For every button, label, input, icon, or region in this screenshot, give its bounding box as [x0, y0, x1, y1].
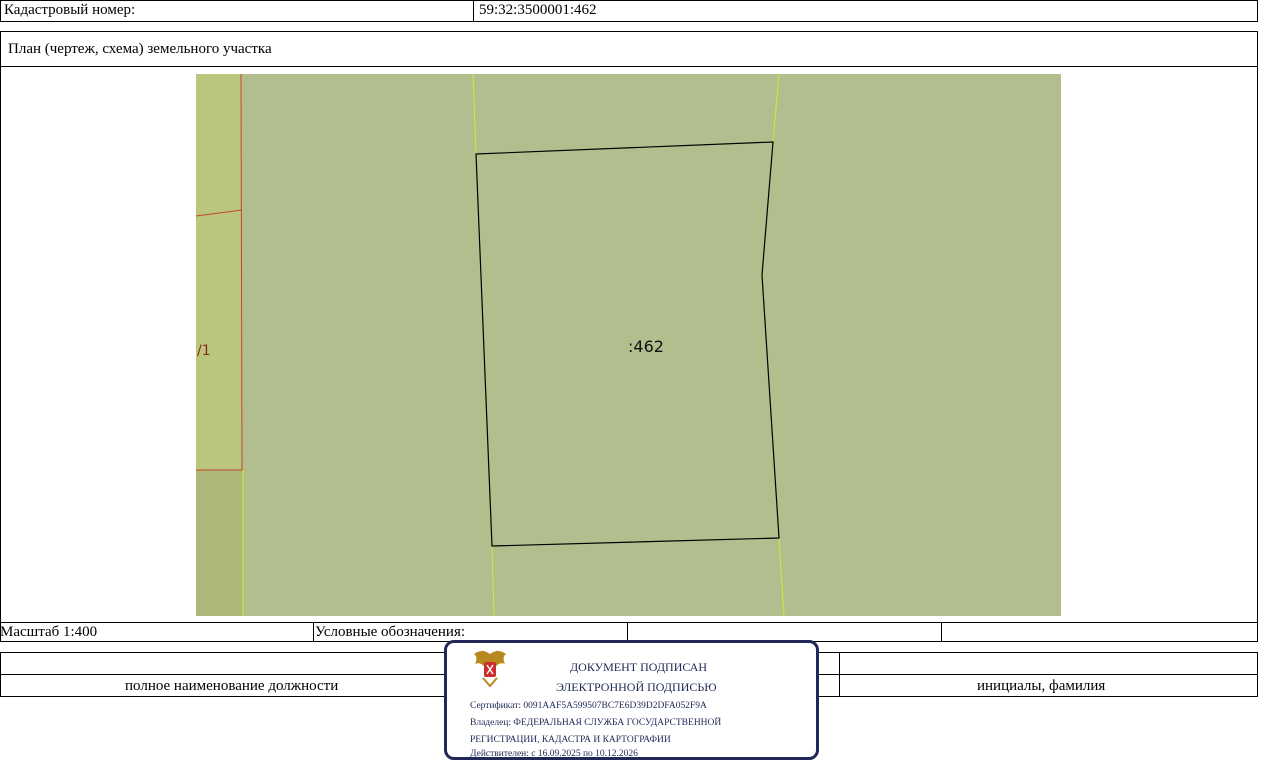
divider	[0, 652, 1, 697]
divider	[839, 652, 840, 697]
stamp-certificate: Сертификат: 0091AAF5A599507BC7E6D39D2DFA…	[470, 701, 707, 711]
cadastral-number-row: Кадастровый номер: 59:32:3500001:462	[0, 0, 1258, 22]
divider	[313, 623, 314, 642]
stamp-validity: Действителен: с 16.09.2025 по 10.12.2026	[470, 749, 638, 759]
parcel-label: :462	[628, 337, 664, 356]
scale-text: Масштаб 1:400	[0, 624, 98, 640]
position-caption: полное наименование должности	[125, 678, 339, 694]
plan-divider	[0, 66, 1258, 67]
scale-legend-row: Масштаб 1:400 Условные обозначения:	[0, 622, 1258, 642]
plan-title: План (чертеж, схема) земельного участка	[8, 41, 272, 57]
cadastral-number-label: Кадастровый номер:	[1, 1, 474, 21]
cadastral-number-value: 59:32:3500001:462	[479, 2, 597, 18]
divider	[941, 623, 942, 642]
electronic-signature-stamp: ДОКУМЕНТ ПОДПИСАН ЭЛЕКТРОННОЙ ПОДПИСЬЮ С…	[444, 640, 819, 760]
stamp-title-line1: ДОКУМЕНТ ПОДПИСАН	[570, 660, 708, 674]
stamp-owner-line2: РЕГИСТРАЦИИ, КАДАСТРА И КАРТОГРАФИИ	[470, 735, 671, 745]
name-caption: инициалы, фамилия	[977, 678, 1106, 694]
neighbor-strip-lower	[196, 470, 243, 616]
stamp-title-line2: ЭЛЕКТРОННОЙ ПОДПИСЬЮ	[556, 680, 717, 694]
neighbor-strip	[196, 74, 242, 470]
divider	[1257, 652, 1258, 697]
stamp-owner-line1: Владелец: ФЕДЕРАЛЬНАЯ СЛУЖБА ГОСУДАРСТВЕ…	[470, 718, 722, 728]
legend-label: Условные обозначения:	[315, 624, 466, 640]
parcel-map: :462 /1	[196, 74, 1061, 616]
neighbor-parcel-label: /1	[197, 343, 211, 359]
double-headed-eagle-emblem-icon	[474, 650, 506, 688]
